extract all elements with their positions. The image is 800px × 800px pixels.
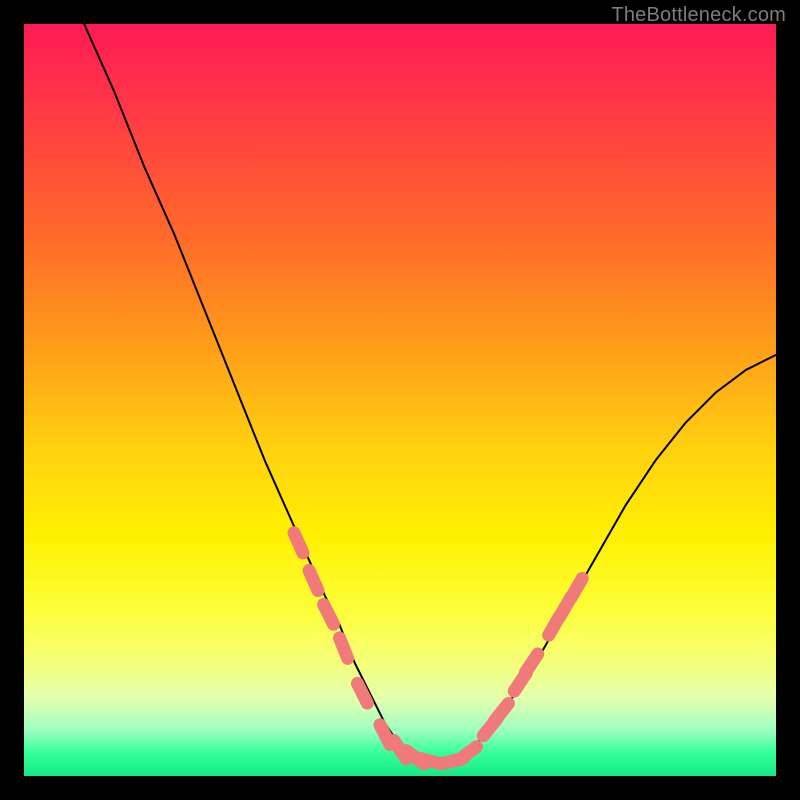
watermark-text: TheBottleneck.com — [611, 4, 786, 27]
curve-marker — [495, 703, 509, 720]
curve-marker — [357, 683, 367, 703]
curve-marker — [324, 604, 334, 624]
chart-svg — [24, 24, 776, 776]
curve-marker — [526, 654, 538, 672]
marker-layer — [294, 533, 582, 764]
chart-frame: TheBottleneck.com — [0, 0, 800, 800]
plot-area — [24, 24, 776, 776]
curve-marker — [340, 638, 348, 658]
bottleneck-curve-path — [84, 24, 776, 761]
curve-marker — [459, 747, 477, 760]
bottleneck-curve — [84, 24, 776, 761]
curve-marker — [309, 570, 318, 590]
curve-marker — [294, 533, 303, 553]
curve-marker — [571, 578, 582, 597]
